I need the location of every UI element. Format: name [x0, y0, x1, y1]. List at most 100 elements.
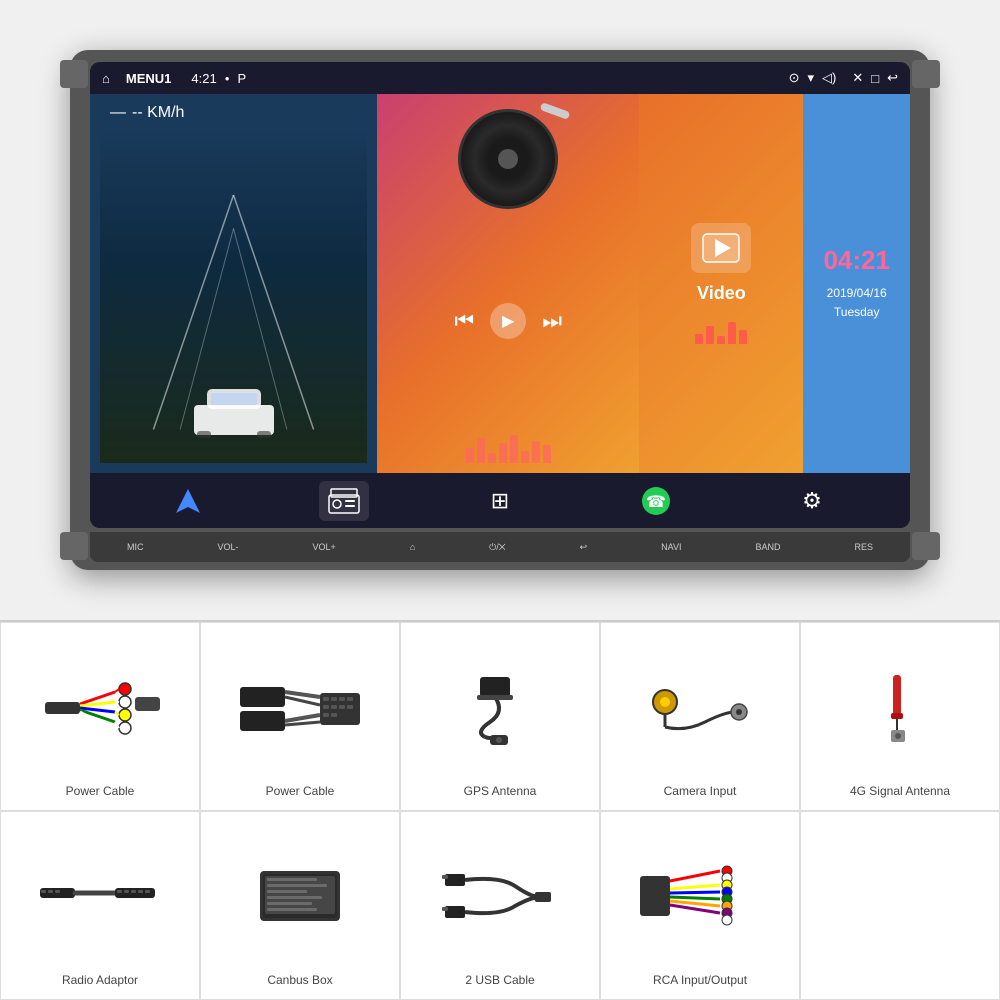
eq-bar-6	[521, 451, 529, 463]
camera-input-svg	[635, 667, 765, 747]
radio-adaptor-label: Radio Adaptor	[62, 973, 138, 987]
video-equalizer	[695, 314, 747, 344]
close-icon[interactable]: ✕	[852, 70, 863, 86]
eq-bar-5	[510, 435, 518, 463]
dock-apps[interactable]: ⊞	[475, 481, 525, 521]
hw-navi[interactable]: NAVI	[661, 542, 681, 552]
hw-vol-plus[interactable]: VOL+	[312, 542, 335, 552]
hw-res[interactable]: RES	[854, 542, 873, 552]
mount-tab-br	[912, 532, 940, 560]
accessories-grid: Power Cable	[0, 622, 1000, 1000]
hw-band[interactable]: BAND	[755, 542, 780, 552]
clock-time: 04:21	[823, 245, 890, 276]
accessory-canbus-box: Canbus Box	[200, 811, 400, 1000]
veq-bar-3	[717, 336, 725, 344]
hw-mic[interactable]: MIC	[127, 542, 144, 552]
location-icon: ⊙	[789, 70, 800, 86]
hw-vol-minus[interactable]: VOL-	[217, 542, 238, 552]
eq-bar-8	[543, 445, 551, 463]
veq-bar-5	[739, 330, 747, 344]
eq-bar-1	[466, 448, 474, 463]
mount-tab-bl	[60, 532, 88, 560]
radio-adaptor-svg	[35, 856, 165, 936]
power-cable-1-label: Power Cable	[66, 784, 135, 798]
veq-bar-4	[728, 322, 736, 344]
eq-bar-7	[532, 441, 540, 463]
rca-cable-svg	[635, 856, 765, 936]
equalizer	[466, 433, 551, 463]
volume-icon[interactable]: ◁)	[822, 70, 836, 86]
camera-input-image	[611, 638, 789, 776]
vinyl-center	[498, 149, 518, 169]
4g-antenna-image	[811, 638, 989, 776]
vinyl-needle	[540, 102, 571, 120]
music-controls[interactable]: ⏮ ▶ ⏭	[454, 303, 562, 339]
clock-panel: 04:21 2019/04/16 Tuesday	[803, 94, 910, 473]
camera-input-label: Camera Input	[664, 784, 737, 798]
accessory-4g-antenna: 4G Signal Antenna	[800, 622, 1000, 811]
rca-cable-label: RCA Input/Output	[653, 973, 747, 987]
nav-icon	[173, 486, 203, 516]
main-screen: — -- KM/h	[90, 94, 910, 473]
dock-phone[interactable]: ☎	[631, 481, 681, 521]
camera-view	[100, 128, 367, 463]
hw-home[interactable]: ⌂	[410, 542, 415, 552]
canbus-box-svg	[235, 856, 365, 936]
gps-antenna-label: GPS Antenna	[464, 784, 537, 798]
radio-adaptor-image	[11, 827, 189, 965]
dock-settings[interactable]: ⚙	[787, 481, 837, 521]
4g-antenna-label: 4G Signal Antenna	[850, 784, 950, 798]
power-cable-2-svg	[235, 667, 365, 747]
gps-antenna-svg	[435, 667, 565, 747]
hw-buttons-bar: MIC VOL- VOL+ ⌂ ⏻/✕ ↩ NAVI BAND RES	[90, 532, 910, 562]
canbus-box-image	[211, 827, 389, 965]
screen-bezel: ⌂ MENU1 4:21 ● P ⊙ ▾ ◁) ✕ □ ↩ — --	[90, 62, 910, 528]
hw-back[interactable]: ↩	[580, 542, 588, 553]
svg-text:☎: ☎	[646, 494, 666, 511]
accessory-power-cable-2: Power Cable	[200, 622, 400, 811]
clock-date: 2019/04/16 Tuesday	[827, 284, 887, 322]
accessory-empty	[800, 811, 1000, 1000]
gps-antenna-image	[411, 638, 589, 776]
top-section: ⌂ MENU1 4:21 ● P ⊙ ▾ ◁) ✕ □ ↩ — --	[0, 0, 1000, 620]
home-icon[interactable]: ⌂	[102, 71, 110, 86]
status-bar: ⌂ MENU1 4:21 ● P ⊙ ▾ ◁) ✕ □ ↩	[90, 62, 910, 94]
back-icon[interactable]: ↩	[887, 70, 898, 86]
empty-image	[811, 827, 989, 979]
hw-power[interactable]: ⏻/✕	[489, 542, 505, 553]
accessory-gps-antenna: GPS Antenna	[400, 622, 600, 811]
speed-display: — -- KM/h	[110, 104, 184, 122]
music-panel[interactable]: ⏮ ▶ ⏭	[377, 94, 639, 473]
bottom-dock: ⊞ ☎ ⚙	[90, 473, 910, 528]
power-cable-1-svg	[35, 667, 165, 747]
vinyl-record	[458, 109, 558, 209]
radio-icon	[327, 487, 361, 515]
4g-antenna-svg	[835, 667, 965, 747]
canbus-box-label: Canbus Box	[267, 973, 332, 987]
power-cable-2-image	[211, 638, 389, 776]
radio-unit: ⌂ MENU1 4:21 ● P ⊙ ▾ ◁) ✕ □ ↩ — --	[70, 50, 930, 570]
p-label: P	[238, 71, 247, 86]
phone-icon: ☎	[641, 486, 671, 516]
video-icon	[691, 223, 751, 273]
accessory-camera-input: Camera Input	[600, 622, 800, 811]
prev-button[interactable]: ⏮	[454, 308, 474, 334]
eq-bar-3	[488, 453, 496, 463]
car-icon	[189, 383, 279, 438]
play-button[interactable]: ▶	[490, 303, 526, 339]
menu-label: MENU1	[126, 71, 172, 86]
eq-bar-4	[499, 443, 507, 463]
video-label: Video	[697, 283, 746, 304]
camera-panel[interactable]: — -- KM/h	[90, 94, 377, 473]
video-panel[interactable]: Video	[639, 94, 803, 473]
accessory-usb-cable: 2 USB Cable	[400, 811, 600, 1000]
dock-radio[interactable]	[319, 481, 369, 521]
wifi-icon: ▾	[807, 70, 814, 86]
rca-cable-image	[611, 827, 789, 965]
eq-bar-2	[477, 438, 485, 463]
time-display: 4:21	[191, 71, 216, 86]
usb-cable-svg	[435, 856, 565, 936]
next-button[interactable]: ⏭	[542, 308, 562, 334]
accessory-power-cable-1: Power Cable	[0, 622, 200, 811]
dock-nav[interactable]	[163, 481, 213, 521]
